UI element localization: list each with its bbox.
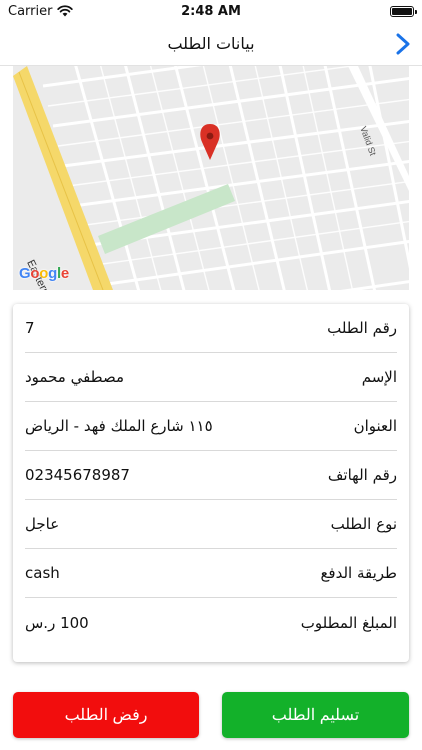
order-type-label: نوع الطلب (330, 515, 397, 533)
carrier-label: Carrier (8, 3, 53, 19)
amount-due-label: المبلغ المطلوب (300, 613, 397, 632)
google-logo: Google (19, 265, 69, 282)
payment-method-value: cash (25, 564, 60, 582)
map-tiles (13, 66, 409, 290)
address-label: العنوان (353, 417, 397, 435)
address-value: ١١٥ شارع الملك فهد - الرياض (25, 417, 213, 435)
order-number-label: رقم الطلب (327, 319, 397, 337)
back-button[interactable] (390, 30, 416, 58)
status-bar: Carrier 2:48 AM (0, 0, 422, 22)
wifi-icon (57, 5, 74, 17)
navigation-bar: بيانات الطلب (0, 22, 422, 66)
phone-label: رقم الهاتف (327, 466, 397, 484)
deliver-order-button[interactable]: تسليم الطلب (222, 692, 409, 738)
carrier-info: Carrier (8, 3, 74, 19)
chevron-right-icon (396, 33, 410, 55)
address-row: العنوان ١١٥ شارع الملك فهد - الرياض (25, 402, 397, 451)
customer-name-row: الإسم مصطفي محمود (25, 353, 397, 402)
amount-due-row: المبلغ المطلوب 100 ر.س (25, 598, 397, 647)
customer-name-value: مصطفي محمود (25, 368, 125, 386)
payment-method-row: طريقة الدفع cash (25, 549, 397, 598)
phone-value[interactable]: 02345678987 (25, 466, 130, 484)
amount-due-value: 100 ر.س (25, 613, 89, 632)
status-time: 2:48 AM (181, 3, 241, 19)
order-type-row: نوع الطلب عاجل (25, 500, 397, 549)
order-location-map[interactable]: Eastern Ring Rd Valid St Google (13, 66, 409, 290)
order-number-row: رقم الطلب 7 (25, 304, 397, 353)
customer-name-label: الإسم (361, 368, 397, 386)
page-title: بيانات الطلب (167, 34, 255, 53)
payment-method-label: طريقة الدفع (320, 564, 397, 582)
battery-icon (390, 5, 417, 17)
order-number-value: 7 (25, 319, 35, 337)
order-type-value: عاجل (25, 515, 60, 533)
order-details-card: رقم الطلب 7 الإسم مصطفي محمود العنوان ١١… (13, 304, 409, 662)
reject-order-button[interactable]: رفض الطلب (13, 692, 199, 738)
phone-row: رقم الهاتف 02345678987 (25, 451, 397, 500)
